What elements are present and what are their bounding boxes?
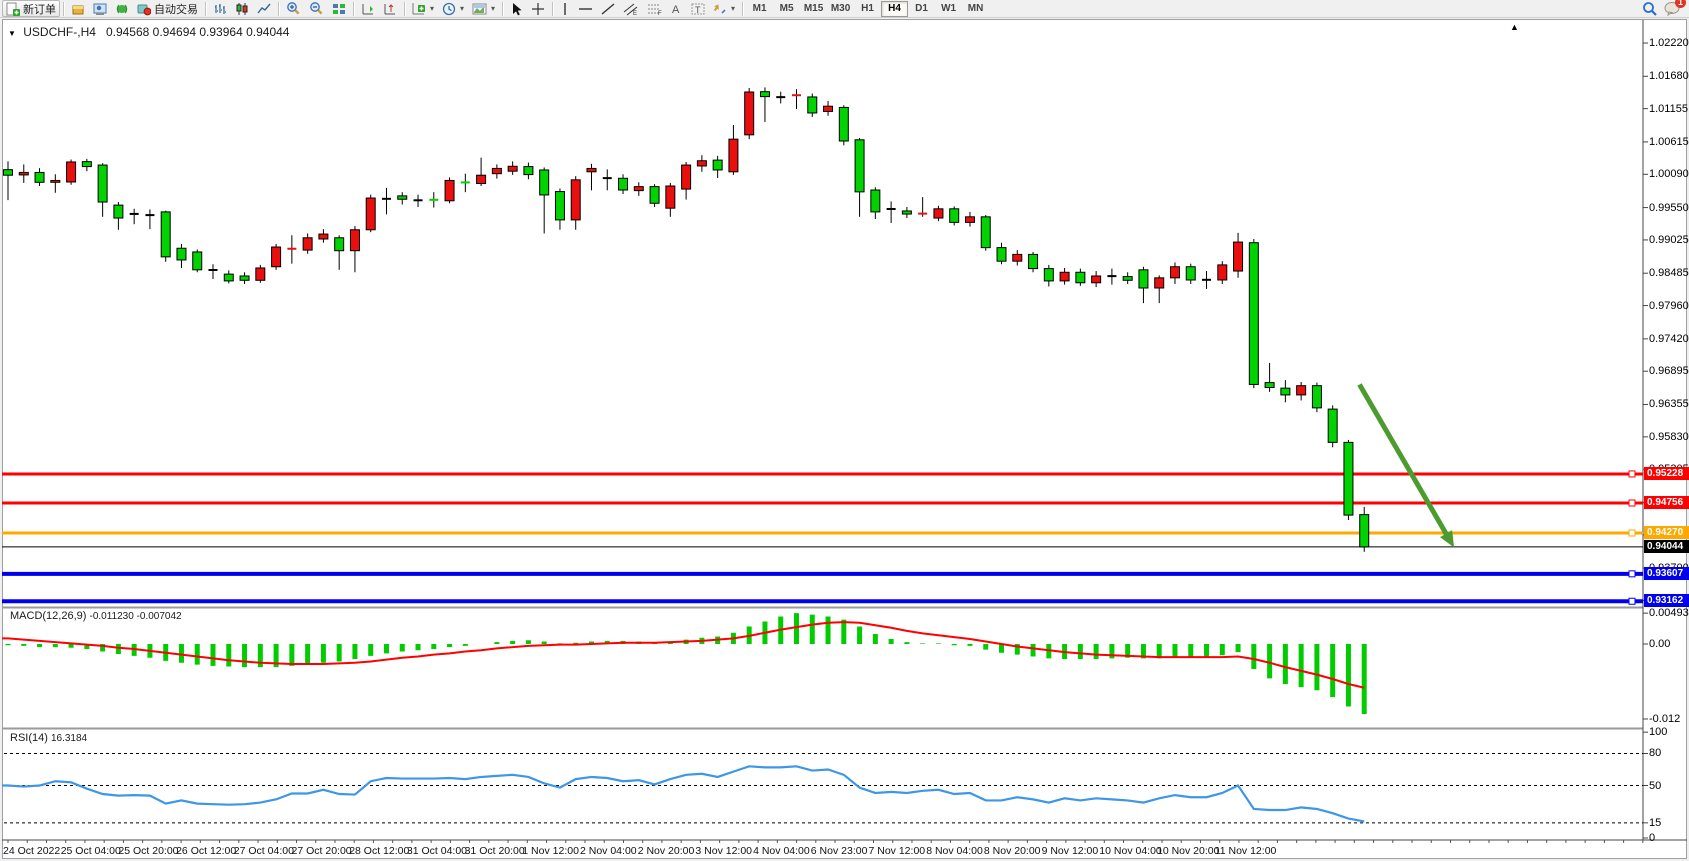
price-level-chip[interactable]: 0.93162 — [1644, 594, 1689, 607]
macd-values: -0.011230 -0.007042 — [89, 611, 181, 622]
date-axis-label: 8 Nov 04:00 — [926, 845, 983, 857]
date-axis-label: 3 Nov 12:00 — [695, 845, 752, 857]
price-axis-label: 1.01680 — [1649, 70, 1689, 82]
price-axis-ticks — [1643, 43, 1648, 838]
rsi-axis-label: 100 — [1649, 726, 1667, 738]
date-axis-label: 11 Nov 12:00 — [1215, 845, 1277, 857]
date-axis-label: 24 Oct 2022 — [3, 845, 60, 857]
rsi-axis-label: 80 — [1649, 747, 1661, 759]
price-axis-label: 1.00090 — [1649, 168, 1689, 180]
trend-arrow-annotation[interactable] — [1359, 384, 1454, 547]
date-axis-label: 31 Oct 20:00 — [465, 845, 525, 857]
rsi-indicator-label: RSI(14) 16.3184 — [10, 732, 87, 744]
date-axis-label: 25 Oct 04:00 — [61, 845, 121, 857]
rsi-axis-label: 15 — [1649, 817, 1661, 829]
price-axis-label: 1.01155 — [1649, 103, 1688, 115]
rsi-line — [2, 766, 1364, 821]
date-axis-label: 10 Nov 04:00 — [1099, 845, 1161, 857]
date-axis-label: 9 Nov 12:00 — [1042, 845, 1099, 857]
date-axis-label: 6 Nov 23:00 — [811, 845, 868, 857]
price-axis-label: 0.97420 — [1649, 333, 1689, 345]
macd-axis-label: 0.004937 — [1649, 607, 1689, 619]
price-axis-label: 0.98485 — [1649, 267, 1689, 279]
collapse-triangle-icon[interactable]: ▼ — [8, 29, 16, 38]
panel-borders — [2, 20, 1687, 840]
price-level-chip[interactable]: 0.94756 — [1644, 496, 1689, 509]
chart-title: ▼ USDCHF-,H4 0.94568 0.94694 0.93964 0.9… — [8, 25, 289, 39]
date-axis-label: 7 Nov 12:00 — [869, 845, 926, 857]
date-axis-label: 2 Nov 20:00 — [638, 845, 695, 857]
rsi-dashed-levels — [4, 754, 1643, 823]
price-axis-label: 0.99025 — [1649, 234, 1689, 246]
price-level-chip[interactable]: 0.94270 — [1644, 526, 1689, 539]
symbol-timeframe-label: USDCHF-,H4 — [23, 25, 96, 39]
mt4-application-window: 新订单 自动交易 — [0, 0, 1689, 861]
level-lines[interactable] — [2, 471, 1643, 604]
macd-axis-label: 0.00 — [1649, 638, 1670, 650]
date-axis-label: 2 Nov 04:00 — [580, 845, 637, 857]
date-axis-label: 10 Nov 20:00 — [1157, 845, 1219, 857]
price-axis-label: 0.99550 — [1649, 202, 1689, 214]
scroll-to-end-marker-icon[interactable]: ▲ — [1510, 22, 1519, 32]
rsi-axis-label: 50 — [1649, 780, 1661, 792]
date-axis-label: 1 Nov 12:00 — [522, 845, 579, 857]
price-level-chip[interactable]: 0.95228 — [1644, 467, 1689, 480]
price-axis-label: 0.97960 — [1649, 300, 1689, 312]
rsi-axis-label: 0 — [1649, 832, 1655, 844]
date-axis-label: 31 Oct 04:00 — [407, 845, 467, 857]
date-axis-label: 26 Oct 12:00 — [176, 845, 236, 857]
chart-canvas[interactable] — [0, 0, 1689, 861]
macd-indicator-label: MACD(12,26,9) -0.011230 -0.007042 — [10, 610, 182, 622]
price-level-chip[interactable]: 0.94044 — [1644, 540, 1689, 553]
macd-histogram — [8, 613, 1364, 714]
price-axis-label: 0.95830 — [1649, 431, 1689, 443]
date-axis-label: 27 Oct 20:00 — [292, 845, 352, 857]
macd-axis-label: -0.012 — [1649, 713, 1680, 725]
candlesticks — [4, 87, 1369, 551]
date-axis-label: 25 Oct 20:00 — [118, 845, 178, 857]
rsi-value: 16.3184 — [51, 733, 87, 744]
price-axis-label: 0.96355 — [1649, 398, 1689, 410]
price-axis-label: 0.96895 — [1649, 365, 1689, 377]
date-axis-label: 8 Nov 20:00 — [984, 845, 1041, 857]
price-level-chip[interactable]: 0.93607 — [1644, 567, 1689, 580]
date-axis-label: 4 Nov 04:00 — [753, 845, 810, 857]
price-axis-label: 1.00615 — [1649, 136, 1689, 148]
date-axis-label: 27 Oct 04:00 — [234, 845, 294, 857]
ohlc-quote-label: 0.94568 0.94694 0.93964 0.94044 — [106, 25, 290, 39]
date-axis-label: 28 Oct 12:00 — [349, 845, 409, 857]
price-axis-label: 1.02220 — [1649, 37, 1689, 49]
